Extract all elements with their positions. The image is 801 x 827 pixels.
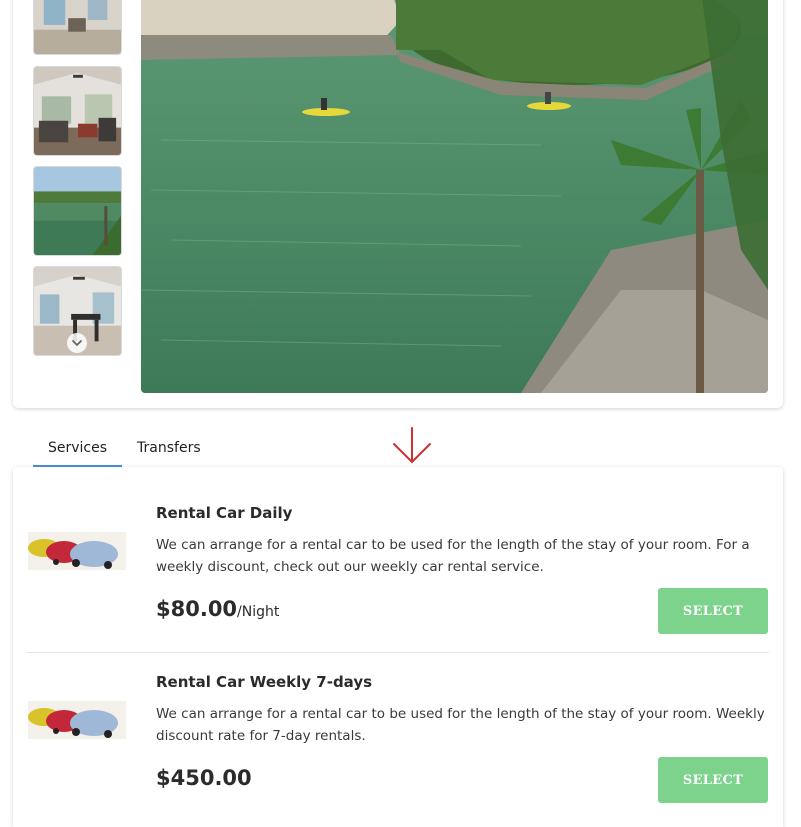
service-description: We can arrange for a rental car to be us…	[156, 537, 750, 575]
thumbnail-living-room[interactable]	[33, 0, 122, 55]
thumbnail-lagoon-view[interactable]	[33, 166, 122, 256]
arrow-down-icon	[393, 427, 431, 464]
service-description: We can arrange for a rental car to be us…	[156, 706, 765, 744]
tab-transfers[interactable]: Transfers	[122, 428, 216, 468]
thumbnail-bedroom-sitting-area[interactable]	[33, 66, 122, 156]
tab-services[interactable]: Services	[33, 428, 123, 468]
more-photos-button[interactable]	[67, 333, 87, 353]
select-button[interactable]: SELECT	[658, 588, 768, 634]
price-unit: /Night	[237, 604, 280, 620]
chevron-down-icon	[72, 340, 82, 347]
service-price: $80.00/Night	[156, 597, 279, 621]
service-image	[28, 532, 126, 570]
service-image	[28, 701, 126, 739]
service-tabs: Services Transfers	[33, 428, 216, 468]
service-title: Rental Car Weekly 7-days	[156, 673, 373, 691]
divider	[27, 652, 769, 653]
gallery-card	[13, 0, 783, 408]
service-title: Rental Car Daily	[156, 504, 293, 522]
service-price: $450.00	[156, 766, 252, 790]
main-photo[interactable]	[141, 0, 768, 393]
price-amount: $450.00	[156, 766, 252, 790]
select-button[interactable]: SELECT	[658, 757, 768, 803]
services-card: Rental Car Daily We can arrange for a re…	[13, 467, 783, 827]
price-amount: $80.00	[156, 597, 238, 621]
